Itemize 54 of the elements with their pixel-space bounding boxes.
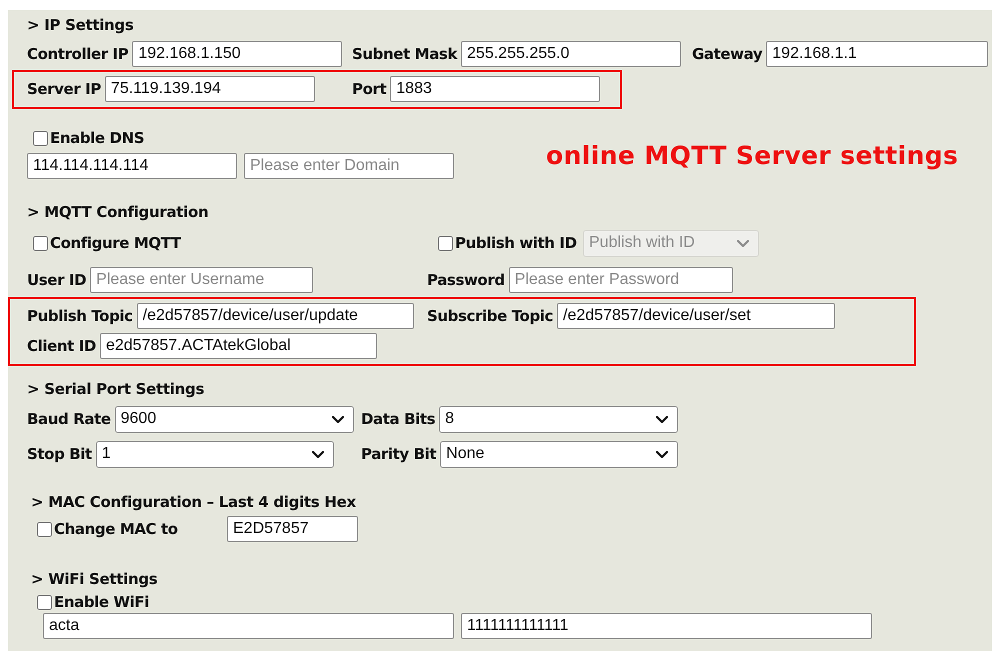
input-field[interactable]: 1883 [390, 76, 600, 102]
input-field[interactable]: 75.119.139.194 [104, 76, 315, 102]
checkbox[interactable] [33, 130, 48, 146]
field-label: Baud Rate [27, 410, 111, 428]
input-field[interactable]: Please enter Domain [244, 153, 454, 179]
checkbox[interactable] [37, 522, 52, 536]
field-label: Gateway [692, 45, 762, 63]
section-heading: > Serial Port Settings [27, 379, 206, 399]
section-heading: > IP Settings [27, 15, 134, 35]
field-label: Parity Bit [361, 445, 436, 463]
input-field[interactable]: /e2d57857/device/user/update [136, 303, 414, 329]
dropdown[interactable]: 8 [439, 406, 678, 432]
input-field[interactable]: /e2d57857/device/user/set [557, 303, 836, 329]
checkbox[interactable] [438, 236, 453, 250]
field-label: Client ID [27, 337, 96, 355]
checkbox-label: Publish with ID [455, 234, 577, 252]
caret-icon [655, 450, 670, 458]
field-label: Data Bits [361, 410, 436, 428]
section-heading: > WiFi Settings [31, 569, 158, 589]
checkbox-label: Change MAC to [54, 520, 178, 538]
checkbox-label: Enable WiFi [54, 593, 149, 611]
checkbox-label: Configure MQTT [50, 234, 181, 252]
field-label: Publish Topic [27, 307, 133, 325]
input-field[interactable]: 255.255.255.0 [461, 41, 682, 67]
field-label: Port [352, 80, 386, 98]
checkbox[interactable] [33, 236, 48, 250]
field-label: Server IP [27, 80, 101, 98]
caret-icon [655, 414, 670, 424]
dropdown[interactable]: 1 [96, 440, 334, 468]
caret-icon [736, 238, 750, 248]
field-label: User ID [27, 271, 86, 289]
input-field[interactable]: 192.168.1.1 [766, 41, 988, 67]
dropdown[interactable]: None [440, 440, 678, 468]
checkbox-label: Enable DNS [50, 129, 144, 147]
input-field[interactable]: Please enter Username [90, 267, 314, 293]
field-label: Subscribe Topic [427, 307, 554, 325]
section-heading: > MAC Configuration – Last 4 digits Hex [31, 492, 357, 512]
section-heading: > MQTT Configuration [27, 202, 210, 222]
input-field[interactable]: 114.114.114.114 [27, 153, 237, 179]
annotation-text: online MQTT Server settings [546, 140, 958, 170]
input-field[interactable]: 1111111111111 [461, 613, 872, 639]
field-label: Password [427, 271, 505, 289]
input-field[interactable]: 192.168.1.150 [132, 41, 342, 67]
input-field[interactable]: acta [43, 613, 454, 639]
caret-icon [310, 450, 325, 458]
field-label: Stop Bit [27, 445, 92, 463]
input-field[interactable]: Please enter Password [508, 267, 733, 293]
caret-icon [330, 414, 345, 424]
checkbox[interactable] [37, 594, 52, 610]
dropdown[interactable]: 9600 [114, 406, 354, 432]
field-label: Subnet Mask [352, 45, 458, 63]
field-label: Controller IP [27, 45, 128, 63]
input-field[interactable]: E2D57857 [227, 516, 358, 542]
input-field[interactable]: e2d57857.ACTAtekGlobal [100, 333, 377, 359]
